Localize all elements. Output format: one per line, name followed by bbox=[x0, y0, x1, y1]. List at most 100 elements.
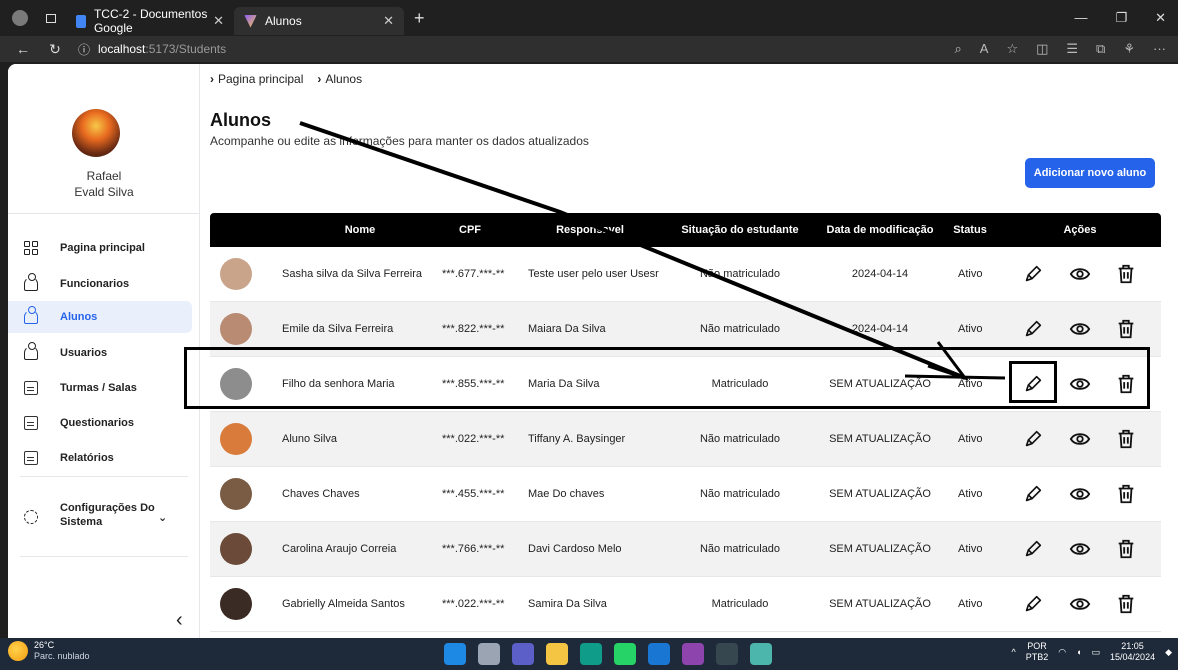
eye-icon[interactable] bbox=[1069, 317, 1091, 341]
cell-cpf: ***.822.***-** bbox=[442, 323, 505, 335]
edit-icon[interactable] bbox=[1022, 592, 1044, 616]
temperature: 26°C bbox=[34, 640, 55, 650]
app-icon[interactable] bbox=[750, 643, 772, 665]
restore-icon[interactable]: ❐ bbox=[1115, 10, 1127, 26]
student-avatar bbox=[220, 423, 252, 455]
user-icon bbox=[24, 306, 38, 324]
sidebar-item-turmas[interactable]: Turmas / Salas bbox=[8, 372, 192, 404]
trash-icon[interactable] bbox=[1115, 482, 1137, 506]
favorites-icon[interactable]: ☰ bbox=[1066, 41, 1078, 57]
tab-title: TCC-2 - Documentos Google bbox=[93, 7, 208, 35]
cell-nome: Aluno Silva bbox=[282, 433, 338, 445]
divider bbox=[20, 556, 188, 557]
trash-icon[interactable] bbox=[1115, 427, 1137, 451]
eye-icon[interactable] bbox=[1069, 592, 1091, 616]
search-icon[interactable]: ⌕ bbox=[954, 41, 961, 57]
google-docs-icon bbox=[76, 14, 86, 28]
divider bbox=[20, 476, 188, 477]
eye-icon[interactable] bbox=[1069, 427, 1091, 451]
eye-icon[interactable] bbox=[1069, 262, 1091, 286]
wifi-icon[interactable]: ◠ bbox=[1058, 647, 1066, 658]
sidebar-item-pagina-principal[interactable]: Pagina principal bbox=[8, 232, 192, 264]
edit-icon[interactable] bbox=[1022, 482, 1044, 506]
trash-icon[interactable] bbox=[1115, 372, 1137, 396]
app-icon[interactable] bbox=[648, 643, 670, 665]
more-icon[interactable]: ··· bbox=[1153, 41, 1166, 57]
tab-alunos[interactable]: Alunos ✕ bbox=[234, 7, 404, 35]
edit-icon[interactable] bbox=[1022, 262, 1044, 286]
terminal-icon[interactable] bbox=[716, 643, 738, 665]
trash-icon[interactable] bbox=[1115, 592, 1137, 616]
gear-icon bbox=[24, 510, 38, 524]
browser-tab-bar: TCC-2 - Documentos Google ✕ Alunos ✕ + —… bbox=[0, 0, 1178, 36]
battery-icon[interactable]: ▭ bbox=[1092, 647, 1101, 658]
whatsapp-icon[interactable] bbox=[614, 643, 636, 665]
edge-icon[interactable] bbox=[580, 643, 602, 665]
start-icon[interactable] bbox=[444, 643, 466, 665]
extensions-icon[interactable]: ⚘ bbox=[1123, 41, 1135, 57]
cell-cpf: ***.022.***-** bbox=[442, 433, 505, 445]
info-icon[interactable]: ⓘ bbox=[78, 41, 90, 58]
breadcrumb-item[interactable]: › Alunos bbox=[317, 72, 362, 86]
minimize-icon[interactable]: — bbox=[1074, 10, 1087, 26]
close-window-icon[interactable]: ✕ bbox=[1155, 10, 1166, 26]
new-tab-icon[interactable]: + bbox=[414, 8, 425, 29]
favorite-star-icon[interactable]: ☆ bbox=[1006, 41, 1018, 57]
sidebar-item-usuarios[interactable]: Usuarios bbox=[8, 337, 192, 369]
chevron-up-icon[interactable]: ^ bbox=[1011, 647, 1015, 658]
trash-icon[interactable] bbox=[1115, 262, 1137, 286]
sidebar-item-funcionarios[interactable]: Funcionarios bbox=[8, 268, 192, 300]
cell-situacao: Não matriculado bbox=[699, 433, 781, 445]
language-indicator[interactable]: POR PTB2 bbox=[1026, 641, 1049, 663]
sidebar-item-label: Turmas / Salas bbox=[60, 382, 137, 394]
teams-icon[interactable] bbox=[512, 643, 534, 665]
sidebar-item-configuracoes[interactable]: Configurações Do Sistema ⌄ bbox=[8, 497, 192, 537]
eye-icon[interactable] bbox=[1069, 372, 1091, 396]
eye-icon[interactable] bbox=[1069, 482, 1091, 506]
refresh-icon[interactable]: ↻ bbox=[46, 41, 64, 58]
cell-situacao: Não matriculado bbox=[699, 543, 781, 555]
url-field[interactable]: ⓘ localhost:5173/Students bbox=[78, 41, 226, 58]
add-student-button[interactable]: Adicionar novo aluno bbox=[1025, 158, 1155, 188]
cell-situacao: Não matriculado bbox=[699, 268, 781, 280]
visual-studio-icon[interactable] bbox=[682, 643, 704, 665]
sidebar-item-relatorios[interactable]: Relatórios bbox=[8, 442, 192, 474]
table-row: Filho da senhora Maria ***.855.***-** Mari… bbox=[210, 357, 1161, 412]
tab-actions-icon[interactable] bbox=[46, 13, 56, 23]
collections-icon[interactable]: ⧉ bbox=[1096, 41, 1105, 57]
cell-data: 2024-04-14 bbox=[851, 268, 909, 280]
sidebar-item-label: Pagina principal bbox=[60, 242, 145, 254]
split-screen-icon[interactable]: ◫ bbox=[1036, 41, 1048, 57]
settings-label-line2: Sistema bbox=[60, 516, 103, 528]
trash-icon[interactable] bbox=[1115, 537, 1137, 561]
read-aloud-icon[interactable]: A bbox=[980, 41, 989, 57]
cell-status: Ativo bbox=[958, 433, 983, 445]
header-data: Data de modificação bbox=[826, 224, 934, 236]
document-icon bbox=[24, 416, 38, 430]
notification-icon[interactable]: ◆ bbox=[1165, 647, 1172, 658]
edit-icon[interactable] bbox=[1022, 317, 1044, 341]
breadcrumb-item[interactable]: › Pagina principal bbox=[210, 72, 303, 86]
close-tab-icon[interactable]: ✕ bbox=[213, 13, 224, 29]
trash-icon[interactable] bbox=[1115, 317, 1137, 341]
close-tab-icon[interactable]: ✕ bbox=[383, 13, 394, 29]
sidebar-item-alunos[interactable]: Alunos bbox=[8, 301, 192, 333]
weather-widget[interactable]: 26°C Parc. nublado bbox=[8, 640, 90, 662]
task-view-icon[interactable] bbox=[478, 643, 500, 665]
cell-nome: Chaves Chaves bbox=[282, 488, 360, 500]
table-row: Sasha silva da Silva Ferreira ***.677.***… bbox=[210, 247, 1161, 302]
sidebar-item-questionarios[interactable]: Questionarios bbox=[8, 407, 192, 439]
cell-status: Ativo bbox=[958, 488, 983, 500]
volume-icon[interactable]: ◖ bbox=[1076, 647, 1081, 658]
tab-docs[interactable]: TCC-2 - Documentos Google ✕ bbox=[66, 7, 234, 35]
collapse-sidebar-icon[interactable]: ‹ bbox=[176, 609, 183, 632]
edit-icon[interactable] bbox=[1022, 427, 1044, 451]
clock[interactable]: 21:05 15/04/2024 bbox=[1110, 641, 1155, 663]
back-icon[interactable]: ← bbox=[14, 41, 32, 57]
avatar[interactable] bbox=[72, 109, 120, 157]
file-explorer-icon[interactable] bbox=[546, 643, 568, 665]
eye-icon[interactable] bbox=[1069, 537, 1091, 561]
edit-icon[interactable] bbox=[1022, 537, 1044, 561]
profile-icon[interactable] bbox=[12, 10, 28, 26]
edit-icon[interactable] bbox=[1022, 372, 1044, 396]
